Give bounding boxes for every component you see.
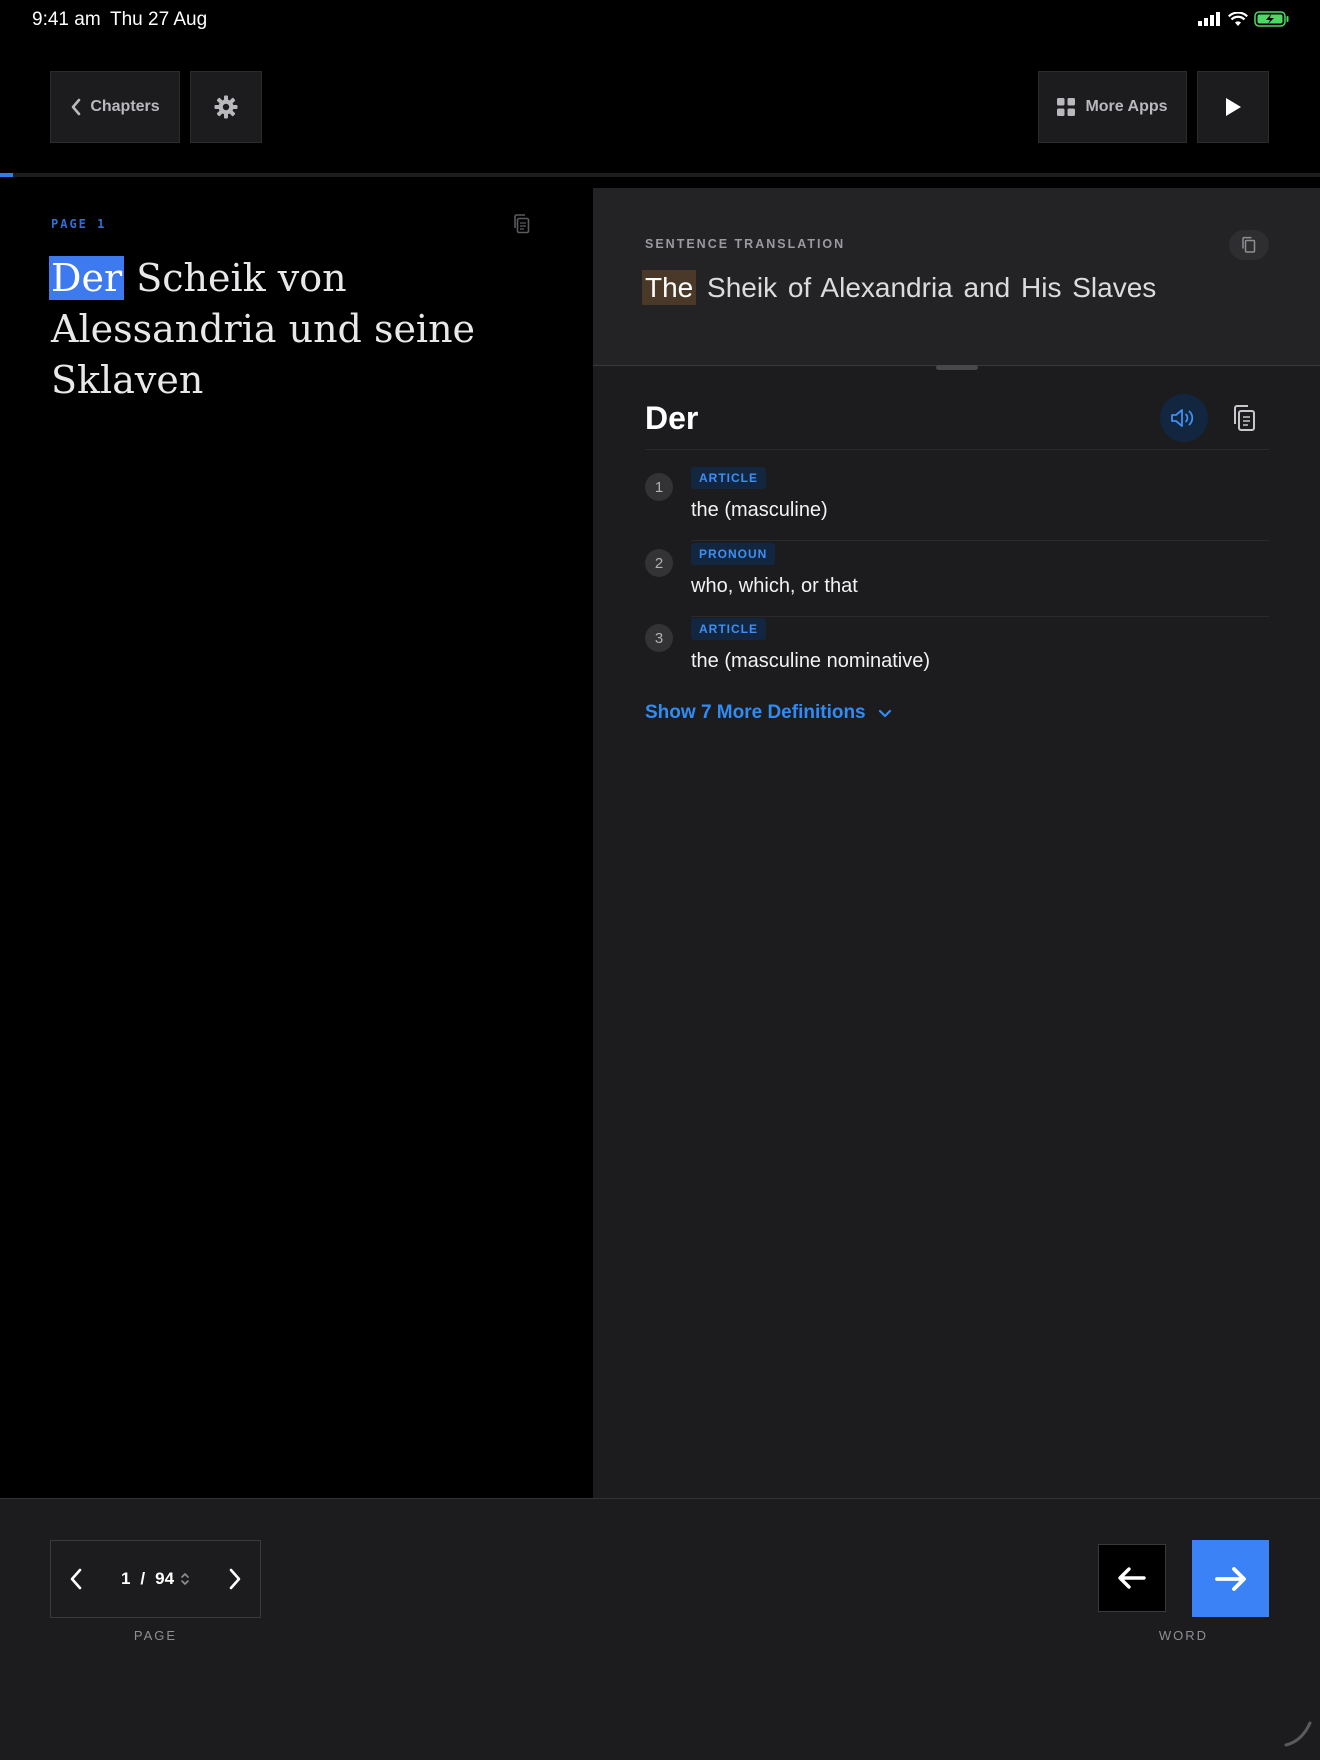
grid-icon	[1057, 98, 1076, 116]
settings-button[interactable]	[190, 71, 262, 143]
chevron-down-icon	[878, 709, 891, 717]
definition-item: 2 PRONOUN who, which, or that	[645, 543, 1269, 619]
copy-icon	[1242, 236, 1256, 253]
play-icon	[1226, 98, 1241, 116]
copy-page-icon[interactable]	[512, 213, 532, 235]
copy-translation-button[interactable]	[1229, 230, 1269, 260]
part-of-speech-tag: ARTICLE	[691, 618, 766, 640]
page-selector[interactable]: 1 / 94	[121, 1569, 190, 1589]
more-apps-button[interactable]: More Apps	[1038, 71, 1187, 143]
page-pager: 1 / 94	[50, 1540, 261, 1618]
reader-pane: PAGE 1 Der Scheik von Alessandria und se…	[0, 177, 593, 1498]
sentence-translation-section: SENTENCE TRANSLATION The Sheik of Alexan…	[593, 188, 1320, 366]
sentence-translation-label: SENTENCE TRANSLATION	[645, 237, 846, 251]
status-time: 9:41 am	[32, 9, 101, 30]
wifi-icon	[1228, 11, 1248, 26]
scroll-indicator-icon	[1284, 1721, 1312, 1747]
chapters-button[interactable]: Chapters	[50, 71, 180, 143]
battery-charging-icon	[1254, 11, 1289, 27]
pronounce-button[interactable]	[1160, 394, 1208, 442]
definition-text: the (masculine nominative)	[691, 650, 930, 672]
status-bar: 9:41 am Thu 27 Aug	[0, 0, 1320, 42]
detail-pane: SENTENCE TRANSLATION The Sheik of Alexan…	[593, 188, 1320, 1498]
status-icons	[1198, 11, 1290, 27]
up-down-chevron-icon	[181, 1573, 189, 1585]
divider	[645, 449, 1269, 450]
definition-number: 1	[645, 473, 673, 501]
reader-text: Der Scheik von Alessandria und seine Skl…	[49, 253, 521, 406]
show-more-label: Show 7 More Definitions	[645, 702, 866, 723]
part-of-speech-tag: PRONOUN	[691, 543, 776, 565]
chevron-right-icon[interactable]	[228, 1568, 242, 1590]
divider	[691, 540, 1269, 541]
next-word-button[interactable]	[1192, 1540, 1269, 1617]
status-date: Thu 27 Aug	[110, 9, 208, 30]
show-more-definitions-button[interactable]: Show 7 More Definitions	[645, 702, 892, 724]
page-separator: /	[140, 1569, 146, 1588]
gear-icon	[214, 95, 238, 119]
part-of-speech-tag: ARTICLE	[691, 467, 766, 489]
definition-number: 3	[645, 624, 673, 652]
current-page: 1	[120, 1569, 131, 1588]
translation-text-rest: Sheik of Alexandria and His Slaves	[696, 272, 1157, 303]
arrow-right-icon	[1214, 1566, 1246, 1591]
total-pages: 94	[155, 1569, 175, 1588]
arrow-left-icon	[1118, 1567, 1146, 1589]
definition-text: who, which, or that	[691, 575, 858, 597]
drag-handle[interactable]	[936, 365, 978, 370]
definition-number: 2	[645, 549, 673, 577]
bottom-bar: 1 / 94 PAGE WORD	[0, 1498, 1320, 1760]
speaker-icon	[1171, 409, 1194, 427]
translation-text: The Sheik of Alexandria and His Slaves	[642, 270, 1157, 305]
copy-icon	[1234, 405, 1255, 431]
page-caption: PAGE	[133, 1628, 178, 1643]
definition-item: 1 ARTICLE the (masculine)	[645, 467, 1269, 543]
headword: Der	[645, 400, 699, 436]
selected-word[interactable]: Der	[49, 256, 125, 300]
more-apps-label: More Apps	[1085, 98, 1168, 115]
copy-definition-button[interactable]	[1229, 402, 1259, 434]
word-caption: WORD	[1158, 1628, 1209, 1643]
chevron-left-icon[interactable]	[69, 1568, 83, 1590]
chapters-label: Chapters	[90, 98, 160, 115]
cellular-signal-icon	[1198, 12, 1220, 26]
play-button[interactable]	[1197, 71, 1269, 143]
definition-text: the (masculine)	[691, 499, 828, 521]
translated-word: The	[642, 270, 697, 305]
page-label: PAGE 1	[51, 217, 107, 231]
chevron-left-icon	[72, 98, 81, 116]
definition-item: 3 ARTICLE the (masculine nominative)	[645, 618, 1269, 694]
previous-word-button[interactable]	[1098, 1544, 1166, 1612]
divider	[691, 616, 1269, 617]
